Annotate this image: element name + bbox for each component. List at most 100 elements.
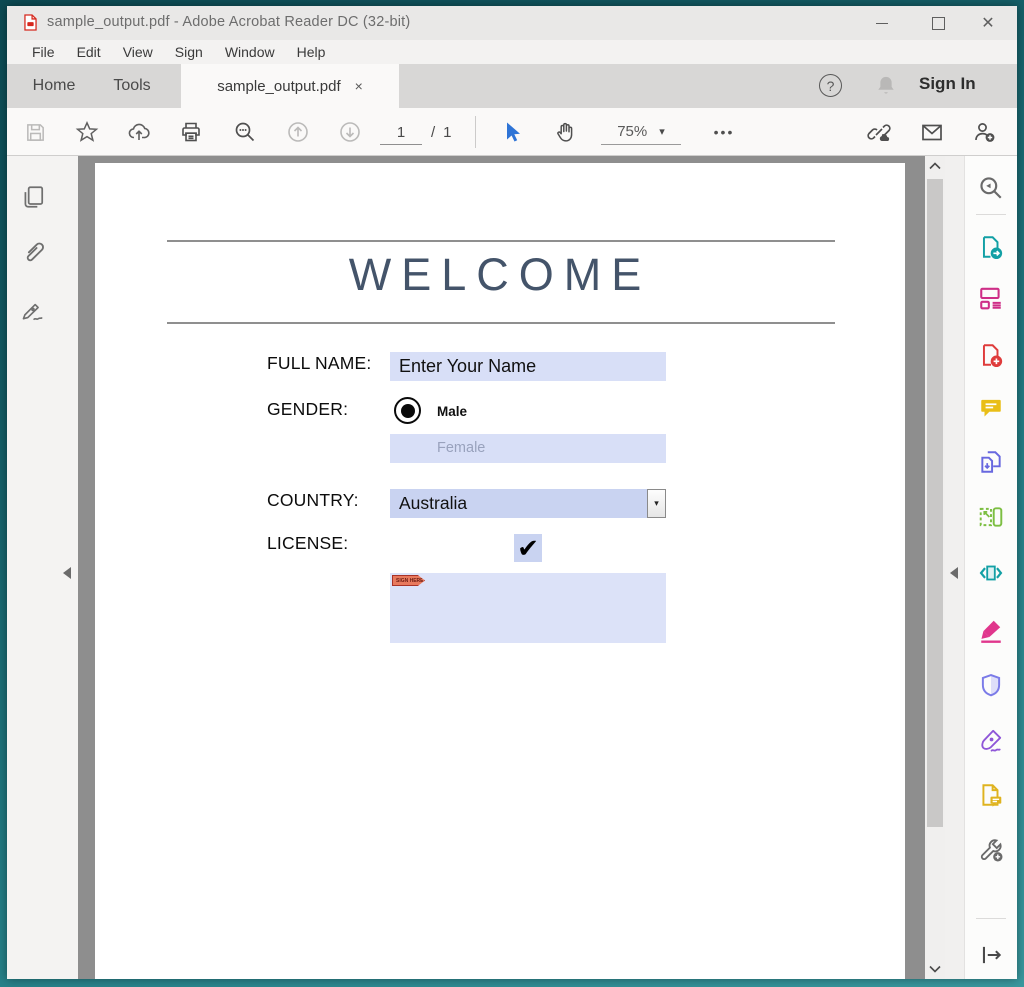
search-tools-icon[interactable] xyxy=(978,175,1004,201)
document-tab-label: sample_output.pdf xyxy=(217,78,340,95)
protect-shield-icon[interactable] xyxy=(978,672,1004,698)
sign-in-button[interactable]: Sign In xyxy=(919,74,976,94)
document-pane[interactable]: WELCOME FULL NAME: Enter Your Name GENDE… xyxy=(78,156,925,979)
country-dropdown[interactable]: Australia xyxy=(390,489,647,518)
previous-page-button[interactable] xyxy=(286,120,310,144)
scrollbar-thumb[interactable] xyxy=(927,179,943,827)
collapse-right-panel-arrow[interactable] xyxy=(950,567,958,579)
rail-divider xyxy=(976,918,1006,919)
create-pdf-icon[interactable] xyxy=(978,342,1004,368)
share-link-icon[interactable] xyxy=(867,120,891,144)
scan-ocr-icon[interactable] xyxy=(978,504,1004,530)
close-icon: ✕ xyxy=(981,13,994,33)
acrobat-window: sample_output.pdf - Adobe Acrobat Reader… xyxy=(7,6,1017,979)
help-button[interactable]: ? xyxy=(819,74,842,97)
zoom-value: 75% xyxy=(617,123,647,140)
title-bar[interactable]: sample_output.pdf - Adobe Acrobat Reader… xyxy=(7,6,1017,40)
search-button[interactable] xyxy=(233,120,257,144)
maximize-icon xyxy=(932,17,945,30)
help-icon: ? xyxy=(827,78,835,94)
open-tools-panel-icon[interactable] xyxy=(978,942,1004,968)
window-title: sample_output.pdf - Adobe Acrobat Reader… xyxy=(47,14,410,30)
sign-here-tag: SIGN HERE xyxy=(392,575,425,586)
pdf-file-icon xyxy=(21,13,40,32)
highlighter-pen-icon[interactable] xyxy=(978,617,1004,643)
checkmark-icon: ✔ xyxy=(517,533,539,564)
vertical-scrollbar[interactable] xyxy=(925,156,945,979)
email-icon[interactable] xyxy=(920,120,944,144)
menu-file[interactable]: File xyxy=(21,40,66,64)
page-number-input[interactable]: 1 xyxy=(380,120,422,145)
gender-label: GENDER: xyxy=(267,399,348,420)
desktop-background: sample_output.pdf - Adobe Acrobat Reader… xyxy=(0,0,1024,987)
gender-female-field[interactable]: Female xyxy=(390,434,666,463)
menu-window[interactable]: Window xyxy=(214,40,286,64)
tab-home[interactable]: Home xyxy=(19,64,89,108)
right-tools-rail xyxy=(964,156,1017,979)
close-button[interactable]: ✕ xyxy=(965,6,1011,40)
more-tools-button[interactable]: ••• xyxy=(707,118,741,146)
full-name-label: FULL NAME: xyxy=(267,353,371,374)
collapse-right-icon xyxy=(950,567,958,579)
attachments-paperclip-icon[interactable] xyxy=(20,239,46,265)
menu-bar: File Edit View Sign Window Help xyxy=(7,40,1017,64)
heading-rule-bottom xyxy=(167,322,835,324)
rail-divider xyxy=(976,214,1006,215)
signatures-pen-icon[interactable] xyxy=(20,297,46,323)
save-button[interactable] xyxy=(23,120,47,144)
minimize-icon xyxy=(876,23,888,24)
heading-rule-top xyxy=(167,240,835,242)
signature-field[interactable]: SIGN HERE xyxy=(390,573,666,643)
page-thumbnails-icon[interactable] xyxy=(20,184,46,210)
fill-sign-pen-icon[interactable] xyxy=(978,727,1004,753)
share-with-people-icon[interactable] xyxy=(972,120,996,144)
tab-document[interactable]: sample_output.pdf × xyxy=(181,64,399,108)
collapse-left-icon xyxy=(63,567,71,579)
share-cloud-upload-button[interactable] xyxy=(127,120,151,144)
tab-close-icon[interactable]: × xyxy=(355,78,363,94)
page-title: WELCOME xyxy=(95,249,905,301)
organize-pages-icon[interactable] xyxy=(978,285,1004,311)
combine-files-icon[interactable] xyxy=(978,449,1004,475)
favorite-star-button[interactable] xyxy=(75,120,99,144)
maximize-button[interactable] xyxy=(915,6,961,40)
pdf-page: WELCOME FULL NAME: Enter Your Name GENDE… xyxy=(95,163,905,979)
gender-male-radio[interactable] xyxy=(394,397,421,424)
compress-pdf-icon[interactable] xyxy=(978,560,1004,586)
full-name-input[interactable]: Enter Your Name xyxy=(390,352,666,381)
selection-tool-button[interactable] xyxy=(500,120,524,144)
zoom-level-dropdown[interactable]: 75% ▾ xyxy=(601,118,681,145)
print-button[interactable] xyxy=(179,120,203,144)
chevron-down-icon: ▾ xyxy=(659,125,665,138)
country-dropdown-button[interactable]: ▾ xyxy=(647,489,666,518)
minimize-button[interactable] xyxy=(859,6,905,40)
send-for-comments-icon[interactable] xyxy=(978,782,1004,808)
page-separator: / xyxy=(431,124,435,141)
gender-male-label: Male xyxy=(437,404,467,419)
hand-tool-button[interactable] xyxy=(553,120,577,144)
next-page-button[interactable] xyxy=(338,120,362,144)
tab-bar: Home Tools sample_output.pdf × ? Sign In xyxy=(7,64,1017,108)
scroll-up-arrow[interactable] xyxy=(925,156,945,176)
combo-caret-icon: ▾ xyxy=(654,498,659,509)
comment-icon[interactable] xyxy=(978,395,1004,421)
scroll-down-arrow[interactable] xyxy=(925,959,945,979)
menu-help[interactable]: Help xyxy=(286,40,337,64)
license-checkbox[interactable]: ✔ xyxy=(514,534,542,562)
export-pdf-icon[interactable] xyxy=(978,234,1004,260)
tab-tools[interactable]: Tools xyxy=(99,64,165,108)
license-label: LICENSE: xyxy=(267,533,348,554)
right-panel-gap xyxy=(945,156,964,979)
notifications-bell-icon[interactable] xyxy=(873,73,899,99)
collapse-left-panel-arrow[interactable] xyxy=(63,567,71,579)
page-total: 1 xyxy=(443,124,451,141)
country-label: COUNTRY: xyxy=(267,490,359,511)
left-navigation-rail xyxy=(7,156,78,979)
main-toolbar: 1 / 1 75% ▾ ••• xyxy=(7,108,1017,156)
radio-selected-dot xyxy=(401,404,415,418)
menu-edit[interactable]: Edit xyxy=(66,40,112,64)
toolbar-separator xyxy=(475,116,476,148)
more-tools-wrench-icon[interactable] xyxy=(978,837,1004,863)
menu-sign[interactable]: Sign xyxy=(164,40,214,64)
menu-view[interactable]: View xyxy=(112,40,164,64)
